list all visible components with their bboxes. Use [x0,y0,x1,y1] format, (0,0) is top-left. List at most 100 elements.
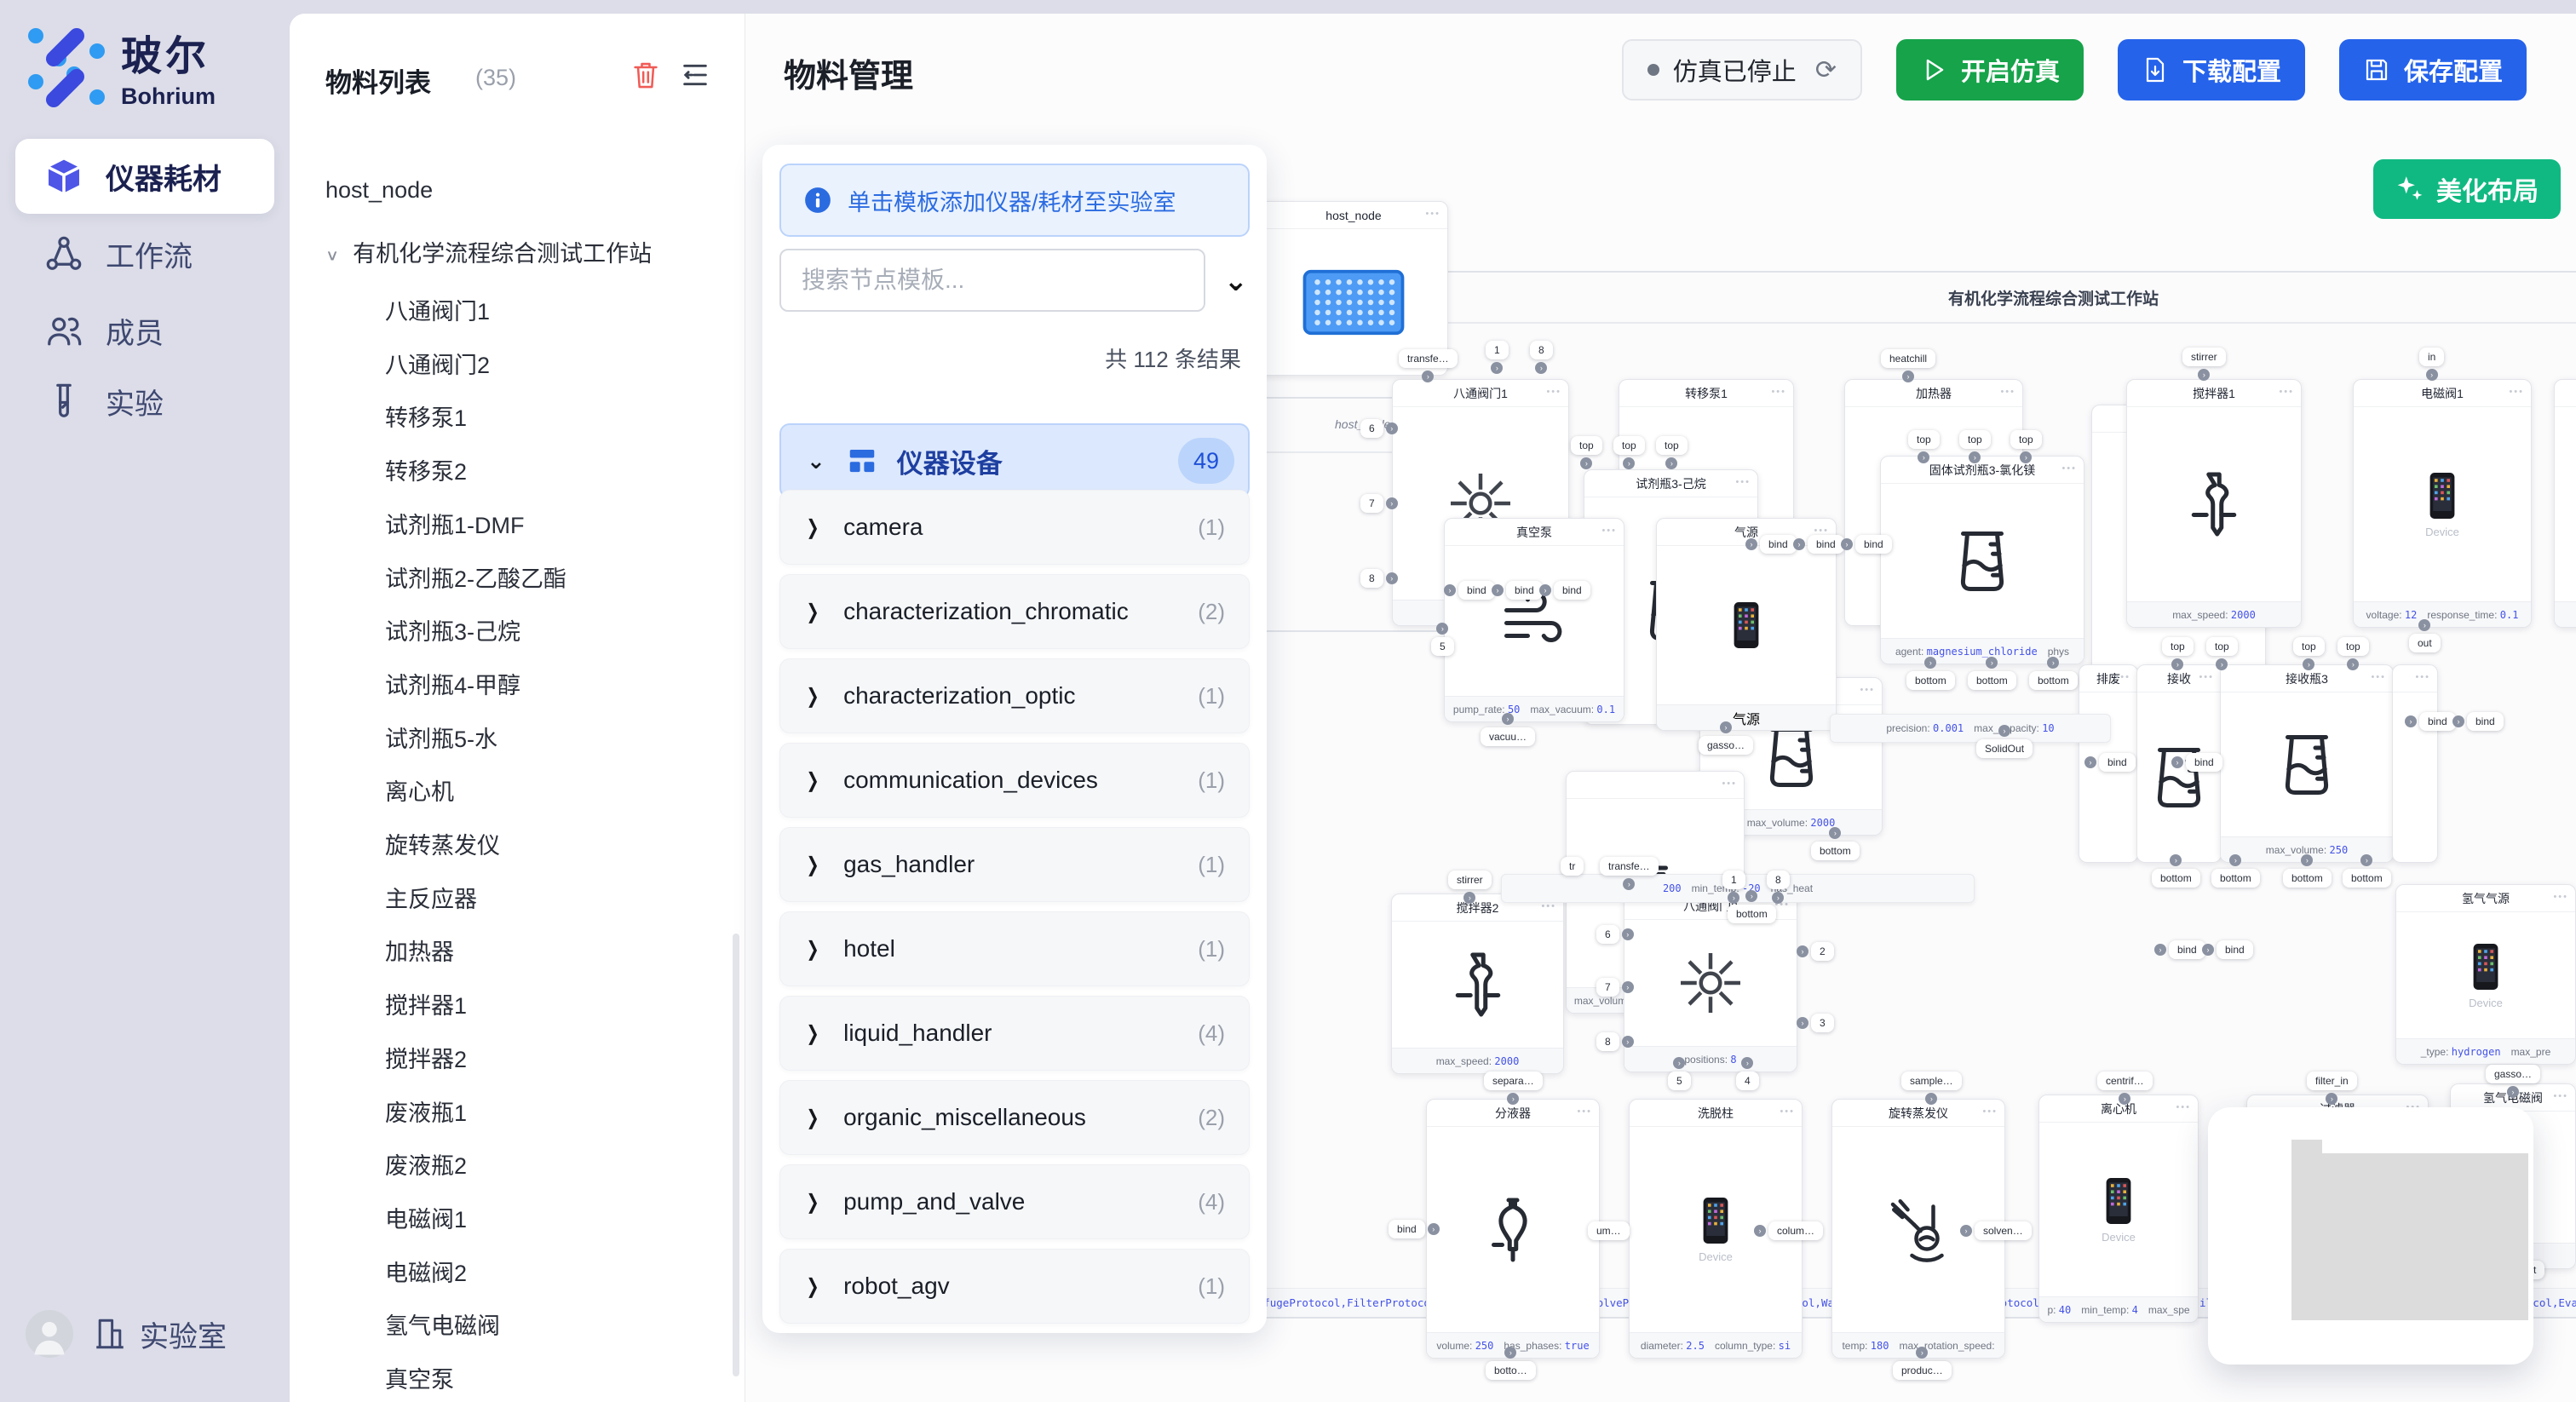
port-dot-icon[interactable]: › [2198,369,2210,381]
port-pill[interactable]: bind› [1506,581,1543,600]
port-dot-icon[interactable]: › [1925,1093,1937,1105]
port-pill[interactable]: 8› [1767,871,1790,889]
port-pill[interactable]: bind› [2099,753,2136,772]
port-pill[interactable]: 4› [1736,1072,1759,1090]
category-row-gas_handler[interactable]: ❯gas_handler(1) [779,827,1250,902]
port-dot-icon[interactable]: › [1924,657,1936,669]
node-fenyeqi[interactable]: 分液器•••volume: 250has_phases: true [1426,1099,1600,1359]
list-item[interactable]: 试剂瓶2-乙酸乙酯 [385,560,566,594]
port-dot-icon[interactable]: › [2216,658,2228,670]
node-menu-icon[interactable]: ••• [2199,672,2214,682]
scrollbar[interactable] [733,934,739,1376]
port-pill[interactable]: produc…› [1893,1361,1952,1380]
port-dot-icon[interactable]: › [1793,538,1805,550]
port-pill[interactable]: gasso…› [1699,736,1753,755]
save-config-button[interactable]: 保存配置 [2339,39,2527,101]
port-dot-icon[interactable]: › [1772,892,1784,904]
port-dot-icon[interactable]: › [1623,878,1635,890]
port-pill[interactable]: top› [1908,430,1940,449]
node-menu-icon[interactable]: ••• [1577,1106,1592,1117]
node-menu-icon[interactable]: ••• [2279,387,2294,397]
node-menu-icon[interactable]: ••• [1546,387,1561,397]
port-dot-icon[interactable]: › [1902,371,1914,382]
sidebar-item-instruments[interactable]: 仪器耗材 [15,139,274,214]
node-menu-icon[interactable]: ••• [2553,892,2568,902]
port-dot-icon[interactable]: › [1507,1093,1519,1105]
download-config-button[interactable]: 下载配置 [2118,39,2305,101]
port-pill[interactable]: solven…› [1975,1221,2032,1240]
port-pill[interactable]: bottom› [2211,869,2260,888]
list-item[interactable]: host_node [325,177,433,204]
port-dot-icon[interactable]: › [1622,981,1634,993]
port-dot-icon[interactable]: › [1745,890,1757,902]
node-menu-icon[interactable]: ••• [1425,209,1440,219]
category-row-characterization_optic[interactable]: ❯characterization_optic(1) [779,658,1250,733]
port-pill[interactable]: in› [2419,348,2444,366]
port-dot-icon[interactable]: › [1797,1017,1808,1029]
node-menu-icon[interactable]: ••• [2415,672,2430,682]
port-pill[interactable]: bottom› [1906,671,1955,690]
port-dot-icon[interactable]: › [1916,1347,1928,1359]
list-item[interactable]: 氢气电磁阀 [385,1307,500,1341]
node-zhenkongbeng[interactable]: 真空泵•••pump_rate: 50max_vacuum: 0.1 [1444,518,1624,722]
port-dot-icon[interactable]: › [2360,854,2372,866]
port-dot-icon[interactable]: › [1386,422,1398,434]
port-dot-icon[interactable]: › [2170,854,2182,866]
port-pill[interactable]: colum…› [1768,1221,1823,1240]
port-pill[interactable]: bottom› [2283,869,2332,888]
port-pill[interactable]: top› [1613,436,1645,455]
collapse-list-icon[interactable] [680,60,710,90]
port-pill[interactable]: 1› [1722,871,1745,889]
list-item[interactable]: 加热器 [385,934,454,967]
node-menu-icon[interactable]: ••• [2000,387,2015,397]
port-pill[interactable]: stirrer› [2182,348,2226,366]
port-dot-icon[interactable]: › [2119,1093,2130,1105]
port-pill[interactable]: top› [2337,637,2369,656]
port-dot-icon[interactable]: › [2171,658,2183,670]
node-menu-icon[interactable]: ••• [2061,463,2077,474]
node-menu-icon[interactable]: ••• [1601,526,1617,536]
port-dot-icon[interactable]: › [2020,451,2032,463]
port-dot-icon[interactable]: › [2405,715,2417,727]
port-pill[interactable]: 7› [1360,494,1383,513]
port-dot-icon[interactable]: › [2303,658,2314,670]
port-dot-icon[interactable]: › [2229,854,2241,866]
port-pill[interactable]: bind› [2419,712,2456,731]
list-item[interactable]: 试剂瓶1-DMF [385,507,525,540]
port-pill[interactable]: 8› [1360,569,1383,588]
port-pill[interactable]: bind› [1458,581,1495,600]
port-dot-icon[interactable]: › [1918,451,1929,463]
refresh-icon[interactable]: ⟳ [1815,55,1837,85]
node-menu-icon[interactable]: ••• [1982,1106,1998,1117]
port-dot-icon[interactable]: › [1969,451,1981,463]
list-item[interactable]: 转移泵2 [385,453,467,486]
category-row-characterization_chromatic[interactable]: ❯characterization_chromatic(2) [779,574,1250,649]
port-pill[interactable]: bottom› [2029,671,2078,690]
port-dot-icon[interactable]: › [1829,827,1841,839]
node-menu-icon[interactable]: ••• [1860,685,1875,695]
sidebar-item-experiments[interactable]: 实验 [15,364,274,439]
port-pill[interactable]: bind› [1855,535,1892,554]
port-dot-icon[interactable]: › [1428,1223,1440,1235]
list-item[interactable]: 旋转蒸发仪 [385,827,500,860]
node-edge-valve[interactable]: •••voltage: 12 [2554,379,2576,628]
port-dot-icon[interactable]: › [1492,584,1504,596]
list-item[interactable]: 转移泵1 [385,399,467,433]
port-dot-icon[interactable]: › [1728,892,1739,904]
port-dot-icon[interactable]: › [2418,619,2430,631]
port-pill[interactable]: 7› [1596,978,1619,997]
port-dot-icon[interactable]: › [1673,1057,1685,1069]
port-dot-icon[interactable]: › [1622,928,1634,940]
port-pill[interactable]: top› [2293,637,2325,656]
node-menu-icon[interactable]: ••• [1735,477,1751,487]
node-menu-icon[interactable]: ••• [1722,779,1737,789]
port-dot-icon[interactable]: › [1745,538,1757,550]
port-pill[interactable]: transfe…› [1399,349,1458,368]
node-sliver[interactable]: ••• [2392,664,2438,863]
list-item[interactable]: 废液瓶2 [385,1147,467,1181]
port-pill[interactable]: top› [2206,637,2238,656]
port-dot-icon[interactable]: › [2507,1086,2519,1098]
section-instruments[interactable]: ⌄ 仪器设备 49 [779,423,1250,498]
list-item[interactable]: 八通阀门1 [385,293,490,326]
port-dot-icon[interactable]: › [1386,572,1398,584]
